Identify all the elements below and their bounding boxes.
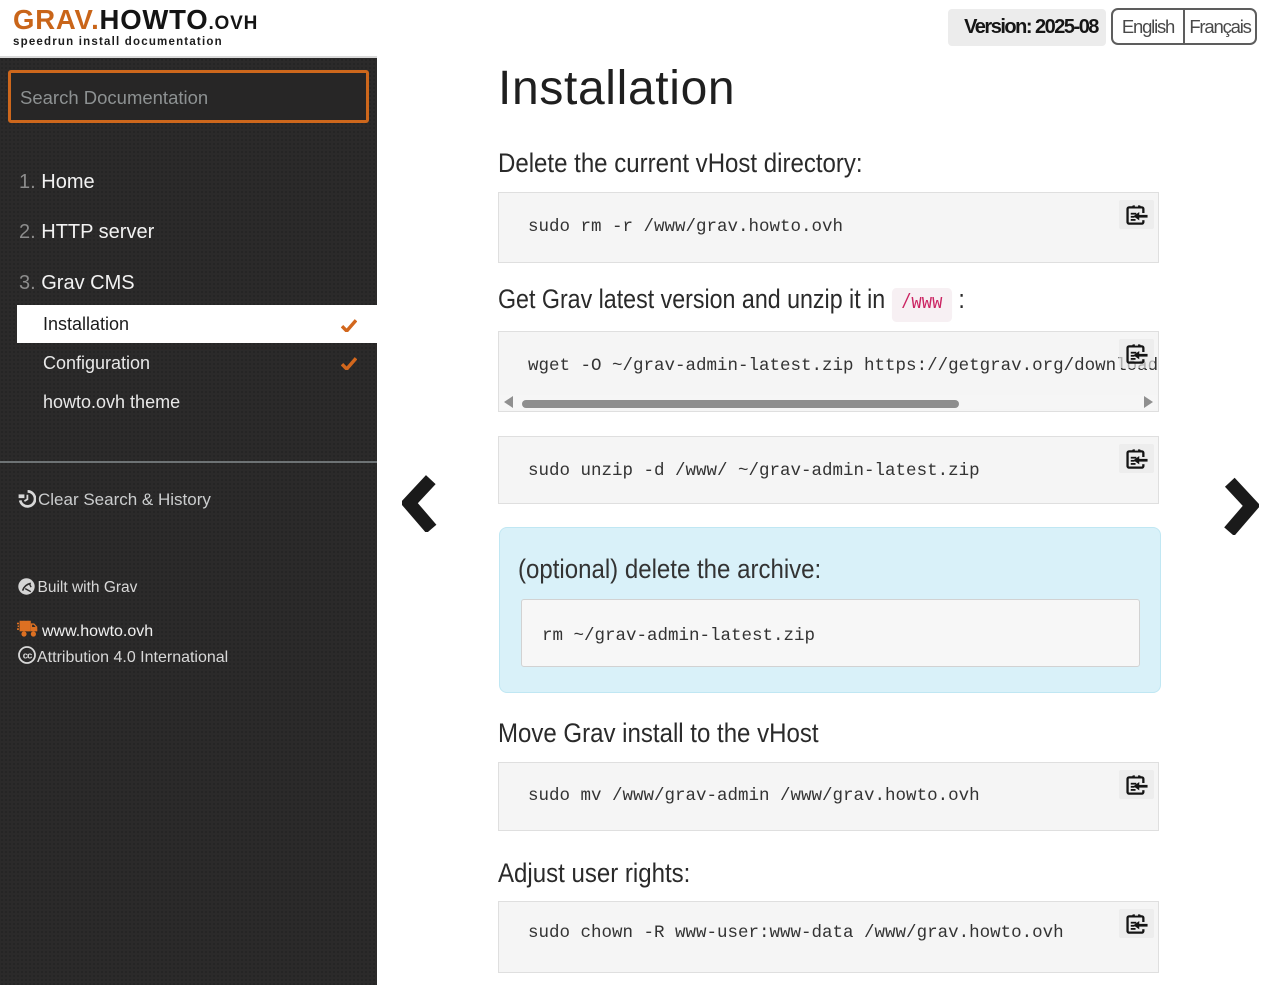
svg-text:cc: cc bbox=[23, 650, 32, 661]
